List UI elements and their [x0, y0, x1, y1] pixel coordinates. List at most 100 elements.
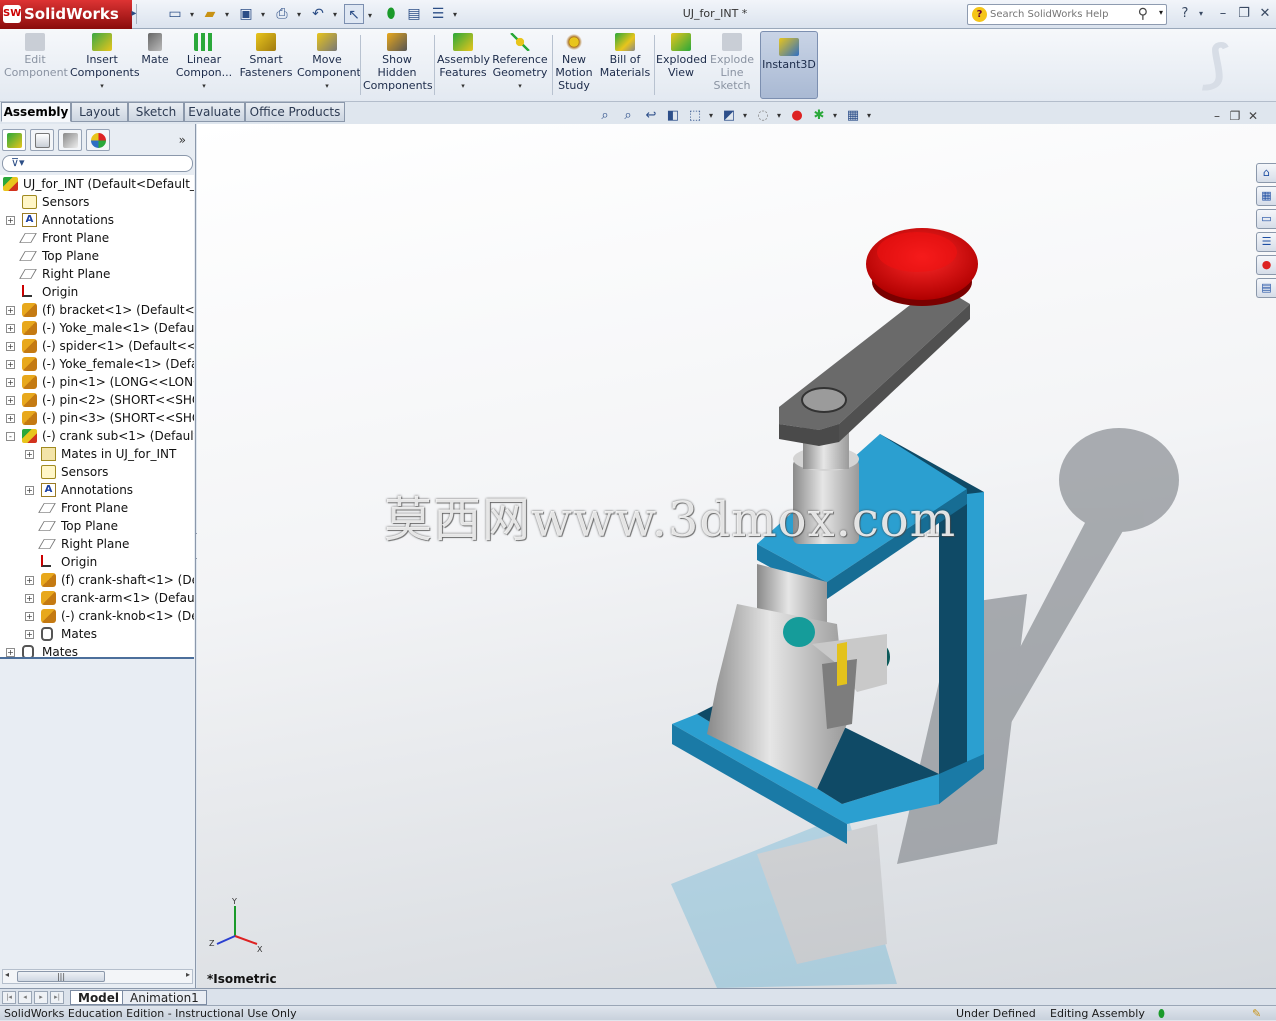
close-icon[interactable]: ✕ [1256, 5, 1274, 23]
expand-icon[interactable]: + [25, 612, 34, 621]
new-document-icon[interactable]: ▭ [165, 4, 194, 25]
tab-evaluate[interactable]: Evaluate [184, 102, 245, 122]
tab-assembly[interactable]: Assembly [1, 102, 71, 122]
edit-appearance-icon[interactable]: ● [788, 107, 806, 125]
rebuild-icon[interactable]: ⬮ [381, 4, 401, 24]
custom-properties-icon[interactable]: ▤ [1256, 278, 1276, 298]
tree-item[interactable]: + A Annotations [0, 481, 194, 499]
prev-tab-icon[interactable]: ◂ [18, 991, 32, 1004]
expand-icon[interactable]: + [25, 594, 34, 603]
collapse-icon[interactable]: - [6, 432, 15, 441]
tree-item[interactable]: Sensors [0, 463, 194, 481]
tab-model[interactable]: Model [70, 990, 128, 1005]
tree-item[interactable]: Top Plane [0, 517, 194, 535]
tree-item[interactable]: Right Plane [0, 265, 194, 283]
tree-item[interactable]: Front Plane [0, 499, 194, 517]
tab-configurationmanager[interactable] [58, 129, 82, 151]
tree-item[interactable]: + (-) spider<1> (Default<<Def [0, 337, 194, 355]
next-tab-icon[interactable]: ▸ [34, 991, 48, 1004]
chevron-down-icon[interactable]: ▾ [770, 107, 788, 125]
scrollbar-thumb[interactable]: ||| [17, 971, 105, 982]
tree-item[interactable]: Front Plane [0, 229, 194, 247]
tree-item[interactable]: + crank-arm<1> (Default< [0, 589, 194, 607]
assembly-model[interactable] [197, 124, 1276, 988]
select-pointer-icon[interactable]: ↖ [344, 4, 372, 26]
tree-filter[interactable]: ⊽▾ [2, 155, 193, 172]
exploded-view-button[interactable]: Exploded View [656, 33, 707, 99]
insert-components-button[interactable]: Insert Components ▾ [70, 33, 140, 99]
chevron-down-icon[interactable]: ▾ [702, 107, 720, 125]
undo-icon[interactable]: ↶ [308, 4, 337, 25]
tree-item[interactable]: + (-) pin<2> (SHORT<<SHORT [0, 391, 194, 409]
doc-restore-icon[interactable]: ❐ [1226, 109, 1244, 123]
scroll-right-icon[interactable]: ▸ [186, 970, 190, 979]
restore-icon[interactable]: ❐ [1235, 5, 1253, 23]
tab-propertymanager[interactable] [30, 129, 54, 151]
explode-line-sketch-button[interactable]: Explode Line Sketch [708, 33, 756, 99]
expand-icon[interactable]: + [6, 360, 15, 369]
zoom-to-fit-icon[interactable]: ⌕ [596, 107, 614, 125]
crank-knob[interactable] [866, 228, 978, 306]
help-search-box[interactable]: ? ⚲ ▾ [967, 4, 1167, 25]
tree-item[interactable]: + (f) crank-shaft<1> (Defau [0, 571, 194, 589]
help-dropdown-icon[interactable]: ▾ [1192, 5, 1210, 23]
tree-item[interactable]: Right Plane [0, 535, 194, 553]
scroll-left-icon[interactable]: ◂ [5, 970, 9, 979]
tab-featuremanager[interactable] [2, 129, 26, 151]
instant3d-button[interactable]: Instant3D [760, 31, 818, 99]
menu-expand-arrow-icon[interactable]: ▸ [124, 4, 144, 24]
expand-icon[interactable]: + [6, 648, 15, 657]
edit-component-button[interactable]: Edit Component [4, 33, 68, 99]
print-icon[interactable]: ⎙ [272, 4, 301, 25]
tree-item[interactable]: Origin [0, 553, 194, 571]
tree-item[interactable]: + A Annotations [0, 211, 194, 229]
expand-icon[interactable]: + [6, 378, 15, 387]
tree-item[interactable]: - (-) crank sub<1> (Default<D [0, 427, 194, 445]
expand-icon[interactable]: + [6, 414, 15, 423]
previous-view-icon[interactable]: ↩ [642, 107, 660, 125]
chevron-down-icon[interactable]: ▾ [736, 107, 754, 125]
expand-icon[interactable]: + [25, 630, 34, 639]
more-tabs-icon[interactable]: » [179, 133, 186, 147]
bill-of-materials-button[interactable]: Bill of Materials [598, 33, 652, 99]
tree-item[interactable]: + (-) pin<1> (LONG<<LONG>_ [0, 373, 194, 391]
assembly-features-button[interactable]: Assembly Features ▾ [437, 33, 490, 99]
expand-icon[interactable]: + [6, 306, 15, 315]
smart-fasteners-button[interactable]: Smart Fasteners [237, 33, 295, 99]
help-search-input[interactable] [990, 7, 1130, 22]
tree-item[interactable]: Top Plane [0, 247, 194, 265]
design-library-icon[interactable]: ▦ [1256, 186, 1276, 206]
tree-item[interactable]: Origin [0, 283, 194, 301]
expand-icon[interactable]: + [6, 324, 15, 333]
tab-sketch[interactable]: Sketch [128, 102, 184, 122]
open-folder-icon[interactable]: ▰ [200, 4, 229, 25]
expand-icon[interactable]: + [6, 396, 15, 405]
horizontal-scrollbar[interactable]: ◂ ||| ▸ [2, 969, 193, 984]
tree-item[interactable]: + (-) Yoke_male<1> (Default< [0, 319, 194, 337]
minimize-icon[interactable]: – [1214, 5, 1232, 23]
save-icon[interactable]: ▣ [236, 4, 265, 25]
tree-item[interactable]: + (-) pin<3> (SHORT<<SHORT [0, 409, 194, 427]
quick-tips-icon[interactable]: ✎ [1252, 1007, 1261, 1020]
rebuild-status-icon[interactable]: ⬮ [1158, 1007, 1165, 1021]
view-palette-icon[interactable]: ☰ [1256, 232, 1276, 252]
chevron-down-icon[interactable]: ▾ [826, 107, 844, 125]
search-icon[interactable]: ⚲ [1138, 6, 1148, 22]
doc-minimize-icon[interactable]: – [1208, 109, 1226, 123]
show-hidden-components-button[interactable]: Show Hidden Components [363, 33, 433, 99]
expand-icon[interactable]: + [6, 216, 15, 225]
reference-geometry-button[interactable]: Reference Geometry ▾ [492, 33, 548, 99]
expand-icon[interactable]: + [25, 450, 34, 459]
tree-item[interactable]: + Mates [0, 625, 194, 643]
tree-item[interactable]: UJ_for_INT (Default<Default_Dis [0, 175, 194, 193]
expand-icon[interactable]: + [6, 342, 15, 351]
tree-item[interactable]: + (-) Yoke_female<1> (Default [0, 355, 194, 373]
crank-arm[interactable] [779, 284, 970, 446]
chevron-down-icon[interactable]: ▾ [1159, 8, 1163, 17]
tab-animation1[interactable]: Animation1 [122, 990, 207, 1005]
linear-component-pattern-button[interactable]: Linear Compon... ▾ [175, 33, 233, 99]
doc-close-icon[interactable]: ✕ [1244, 109, 1262, 123]
solidworks-resources-icon[interactable]: ⌂ [1256, 163, 1276, 183]
file-explorer-icon[interactable]: ▭ [1256, 209, 1276, 229]
solidworks-logo[interactable]: SW SolidWorks [0, 0, 132, 29]
